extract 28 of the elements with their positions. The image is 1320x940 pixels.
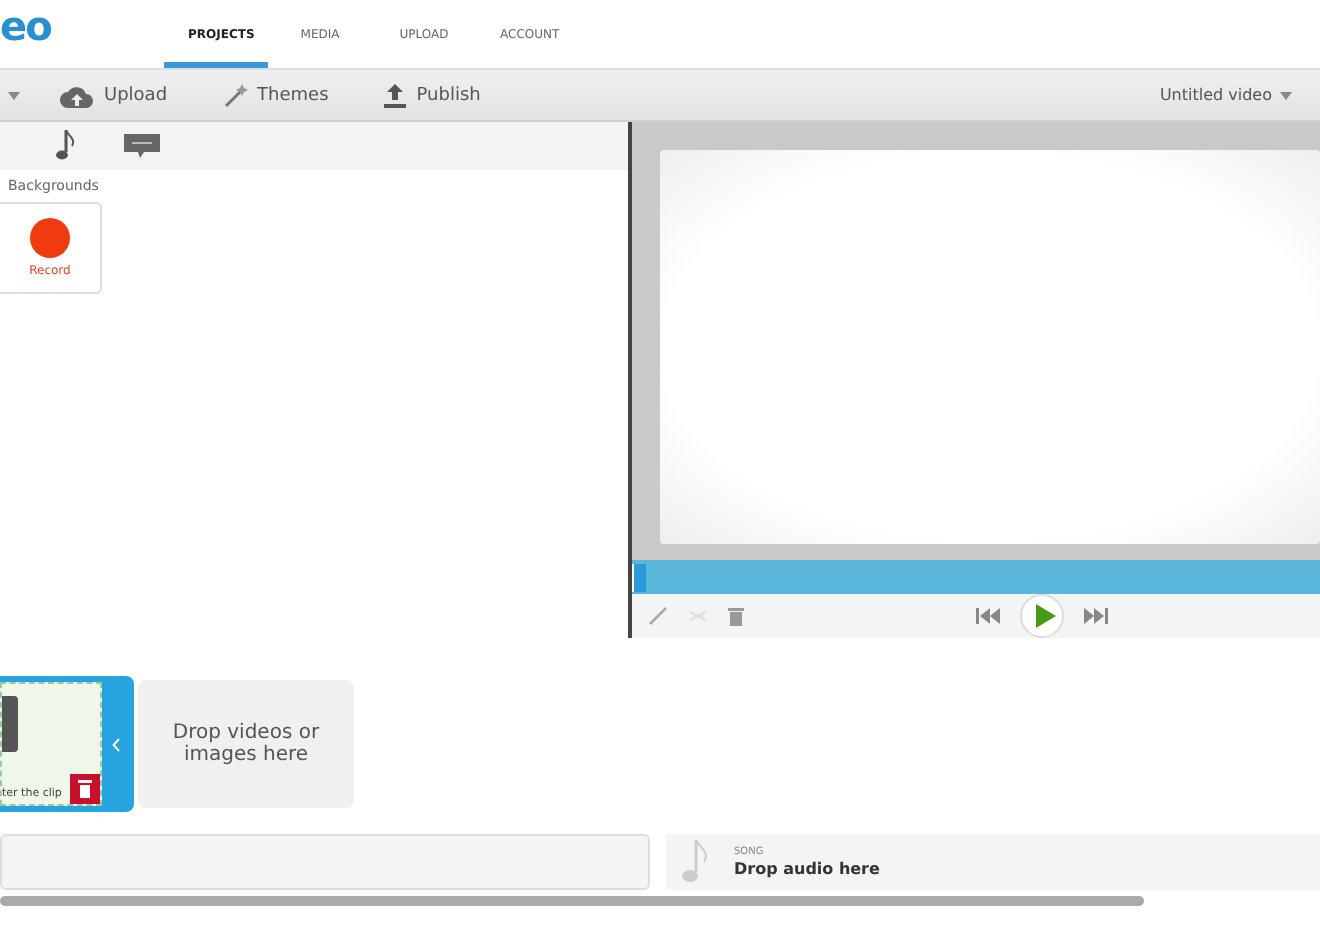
music-note-icon xyxy=(682,840,710,884)
text-tab[interactable] xyxy=(120,130,164,162)
speech-bubble-icon xyxy=(124,134,160,158)
logo[interactable]: eo xyxy=(0,0,164,52)
music-note-icon xyxy=(56,130,76,162)
delete-button[interactable] xyxy=(70,774,100,804)
caret-icon[interactable] xyxy=(8,91,20,99)
upload-arrow-icon xyxy=(384,83,407,107)
clip-thumbnail xyxy=(2,696,18,752)
pencil-icon[interactable] xyxy=(648,606,668,626)
cloud-icon xyxy=(60,83,94,107)
play-button[interactable] xyxy=(1020,594,1064,638)
themes-button[interactable]: Themes xyxy=(207,83,345,107)
wand-icon xyxy=(223,83,248,107)
seek-handle[interactable] xyxy=(632,563,646,592)
project-title-dropdown[interactable]: Untitled video xyxy=(1147,84,1304,106)
chevron-icon[interactable] xyxy=(112,737,120,751)
scrollbar[interactable] xyxy=(0,896,1144,906)
skip-forward-icon[interactable] xyxy=(1084,608,1108,624)
caret-icon xyxy=(1280,91,1292,99)
publish-button[interactable]: Publish xyxy=(368,83,497,107)
drop-zone[interactable]: Drop videos or images here xyxy=(138,680,354,808)
trash-icon[interactable] xyxy=(728,606,744,626)
video-track[interactable] xyxy=(0,834,650,890)
upload-button[interactable]: Upload xyxy=(44,83,184,107)
skip-back-icon[interactable] xyxy=(976,608,1000,624)
trash-icon xyxy=(78,780,92,798)
play-icon xyxy=(1035,604,1055,628)
